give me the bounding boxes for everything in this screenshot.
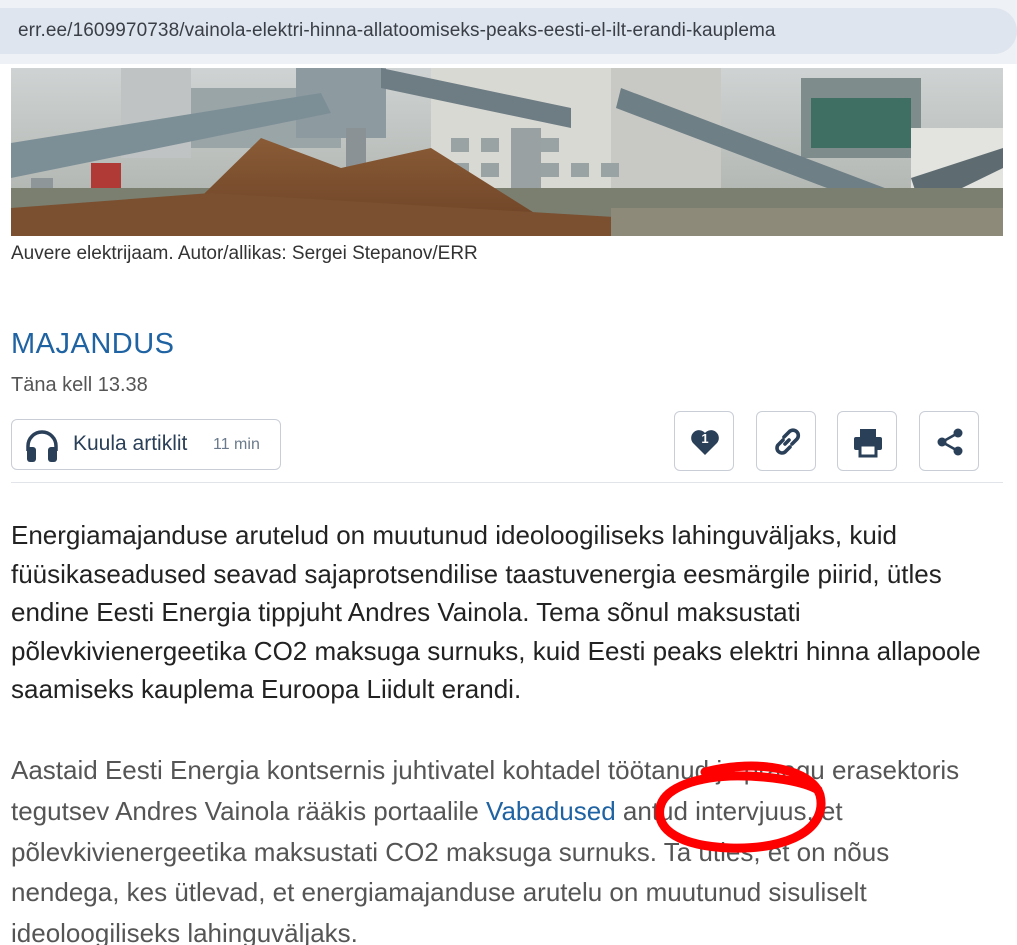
divider bbox=[11, 482, 1003, 483]
like-button[interactable]: 1 bbox=[674, 411, 734, 471]
url-text[interactable]: err.ee/1609970738/vainola-elektri-hinna-… bbox=[18, 20, 776, 42]
printer-icon bbox=[854, 429, 882, 458]
listen-label: Kuula artiklit bbox=[73, 432, 188, 455]
vabadused-link[interactable]: Vabadused bbox=[486, 796, 616, 826]
like-count: 1 bbox=[701, 431, 709, 446]
article-photo bbox=[11, 68, 1003, 236]
link-icon bbox=[775, 428, 801, 455]
share-button[interactable] bbox=[919, 411, 979, 471]
listen-article-button[interactable]: Kuula artiklit 11 min bbox=[11, 419, 281, 470]
article-date: Täna kell 13.38 bbox=[11, 374, 148, 396]
share-icon bbox=[937, 428, 963, 456]
copy-link-button[interactable] bbox=[756, 411, 816, 471]
photo-caption: Auvere elektrijaam. Autor/allikas: Serge… bbox=[11, 243, 478, 264]
listen-duration: 11 min bbox=[213, 436, 260, 453]
print-button[interactable] bbox=[837, 411, 897, 471]
article-lead: Energiamajanduse arutelud on muutunud id… bbox=[11, 520, 981, 704]
article-paragraph: Aastaid Eesti Energia kontsernis juhtiva… bbox=[11, 750, 1001, 945]
browser-address-bar: err.ee/1609970738/vainola-elektri-hinna-… bbox=[0, 0, 1017, 64]
article-category[interactable]: MAJANDUS bbox=[11, 328, 175, 361]
headphones-icon bbox=[24, 429, 60, 468]
